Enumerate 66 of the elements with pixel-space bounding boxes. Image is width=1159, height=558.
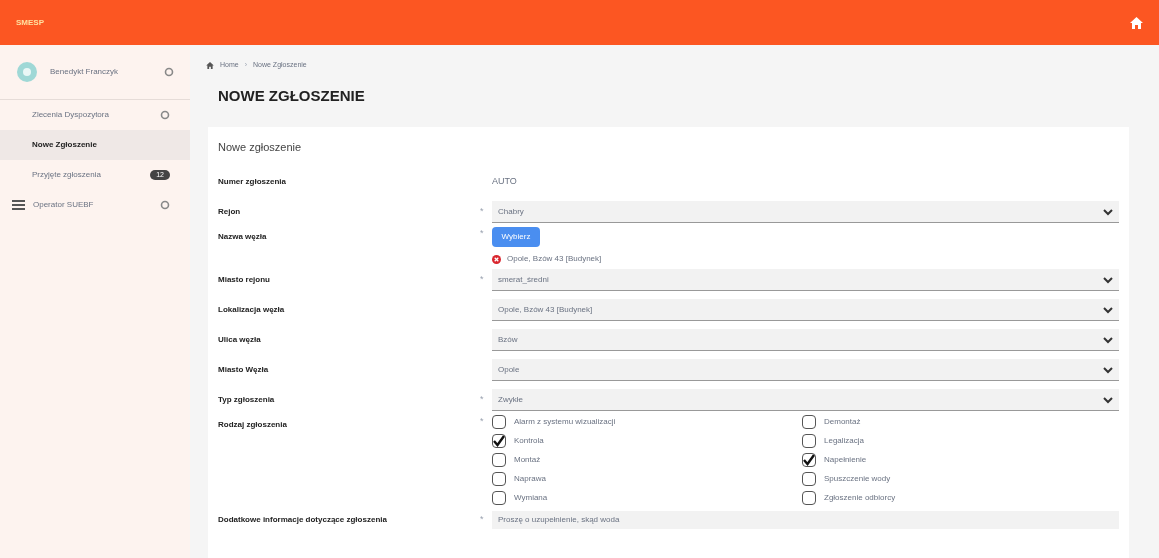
required-mark: * [480, 513, 484, 527]
checkmark-icon [493, 435, 505, 447]
required-mark: * [480, 205, 484, 219]
checkbox[interactable] [492, 415, 506, 429]
select-field[interactable]: Zwykłe [492, 389, 1119, 411]
checkbox-label: Montaż [514, 454, 541, 466]
home-icon[interactable] [1130, 16, 1143, 29]
sidebar-item[interactable]: Operator SUEBF [0, 190, 190, 220]
required-mark: * [480, 393, 484, 407]
sidebar-item[interactable]: Zlecenia Dyspozytora [0, 100, 190, 130]
checkbox-label: Wymiana [514, 492, 548, 504]
chevron-down-icon [1103, 305, 1113, 314]
checkbox[interactable] [802, 472, 816, 486]
checkbox[interactable] [802, 453, 816, 467]
checkbox-label: Kontrola [514, 435, 544, 447]
checkmark-icon [803, 454, 815, 466]
card-title: Nowe zgłoszenie [218, 140, 303, 155]
sidebar-item[interactable]: Nowe Zgłoszenie [0, 130, 190, 160]
checkbox-label: Demontaż [824, 416, 861, 428]
checkbox-label: Spuszczenie wody [824, 473, 891, 485]
checkbox[interactable] [802, 491, 816, 505]
required-mark: * [480, 415, 484, 428]
field-label: Nazwa węzła [218, 231, 267, 243]
select-field[interactable]: Chabry [492, 201, 1119, 223]
checkbox-label: Alarm z systemu wizualizacji [514, 416, 616, 428]
field-label: Miasto Węzła [218, 364, 269, 376]
app-logo[interactable]: SMESP [16, 16, 44, 29]
chevron-down-icon [1103, 365, 1113, 374]
select-field[interactable]: Opole [492, 359, 1119, 381]
checkbox-label: Napełnienie [824, 454, 867, 466]
selected-node-text: Opole, Bzów 43 [Budynek] [507, 253, 602, 265]
checkbox[interactable] [802, 415, 816, 429]
checkbox-label: Legalizacja [824, 435, 865, 447]
select-field[interactable]: smerat_średni [492, 269, 1119, 291]
checkbox-label: Zgłoszenie odbiorcy [824, 492, 896, 504]
checkbox[interactable] [492, 472, 506, 486]
field-label: Typ zgłoszenia [218, 394, 275, 406]
field-label: Rejon [218, 206, 241, 218]
checkbox[interactable] [492, 453, 506, 467]
chevron-down-icon [1103, 335, 1113, 344]
select-button[interactable]: Wybierz [492, 227, 540, 247]
chevron-down-icon [1103, 275, 1113, 284]
checkbox[interactable] [802, 434, 816, 448]
checkbox-label: Naprawa [514, 473, 546, 485]
field-value: AUTO [492, 175, 517, 189]
error-icon [492, 254, 501, 264]
field-label: Numer zgłoszenia [218, 176, 286, 188]
field-label: Rodzaj zgłoszenia [218, 419, 287, 431]
checkbox[interactable] [492, 491, 506, 505]
chevron-down-icon [1103, 207, 1113, 216]
field-label: Dodatkowe informacje dotyczące zgłoszenia [218, 514, 387, 526]
select-field[interactable]: Opole, Bzów 43 [Budynek] [492, 299, 1119, 321]
avatar-icon [16, 61, 38, 83]
select-field[interactable]: Bzów [492, 329, 1119, 351]
field-label: Lokalizacja węzła [218, 304, 285, 316]
chevron-down-icon [1103, 395, 1113, 404]
list-icon [12, 200, 25, 210]
page-title: NOWE ZGŁOSZENIE [217, 86, 366, 106]
required-mark: * [480, 273, 484, 287]
required-mark: * [480, 227, 484, 240]
textarea-field[interactable]: Proszę o uzupełnienie, skąd woda [492, 511, 1119, 529]
field-label: Ulica węzła [218, 334, 261, 346]
user-name[interactable]: Benedykt Franczyk [50, 66, 152, 78]
field-label: Miasto rejonu [218, 274, 270, 286]
home-icon [206, 61, 214, 69]
checkbox[interactable] [492, 434, 506, 448]
